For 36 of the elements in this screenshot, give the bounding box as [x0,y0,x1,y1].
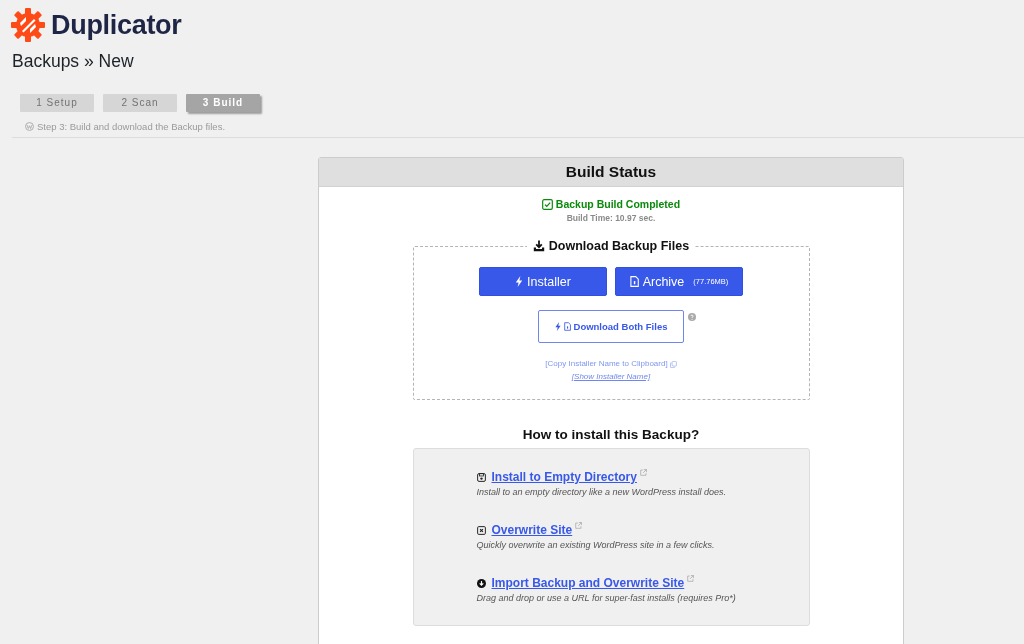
show-installer-link[interactable]: [Show Installer Name] [571,371,651,383]
download-circle-icon [476,578,486,588]
file-icon [563,322,571,331]
download-button[interactable]: Installer [479,267,607,296]
logo-text: Duplicator [51,9,182,41]
wizard-step: 3 Build [186,94,260,112]
copy-icon[interactable] [669,360,677,368]
copy-installer-link[interactable]: [Copy Installer Name to Clipboard] [545,358,668,370]
bolt-icon [515,276,524,287]
external-link-icon[interactable] [639,469,647,476]
bolt-icon [554,322,561,331]
panel-title: Build Status [319,158,903,187]
install-option-description: Quickly overwrite an existing WordPress site in a few clicks. [476,540,715,550]
build-time-text: Build Time: 10.97 sec. [566,213,656,224]
external-link-icon[interactable] [575,522,583,529]
page-title: Backups » New [12,50,134,72]
external-link-icon[interactable] [687,575,695,582]
step-caption: Step 3: Build and download the Backup files. [37,121,225,132]
install-option-link[interactable]: Overwrite Site [491,523,573,537]
wizard-step: 1 Setup [20,94,94,112]
install-option-link[interactable]: Import Backup and Overwrite Site [491,576,685,590]
install-option-description: Drag and drop or use a URL for super-fast installs (requires Pro*) [476,593,736,603]
wordpress-icon [25,122,34,131]
install-option-link[interactable]: Install to Empty Directory [491,470,637,484]
gear-logo-icon [10,7,46,43]
wizard-step: 2 Scan [103,94,177,112]
help-icon[interactable] [688,313,696,321]
install-heading: How to install this Backup? [522,426,700,443]
install-option-description: Install to an empty directory like a new WordPress install does. [476,487,727,497]
download-both-button[interactable]: Download Both Files [538,310,684,343]
x-square-icon [476,525,486,535]
checkbox-checked-icon [541,198,553,210]
download-icon [532,240,545,252]
download-legend: Download Backup Files [548,239,690,253]
file-icon [629,276,639,287]
status-text: Backup Build Completed [555,198,681,210]
